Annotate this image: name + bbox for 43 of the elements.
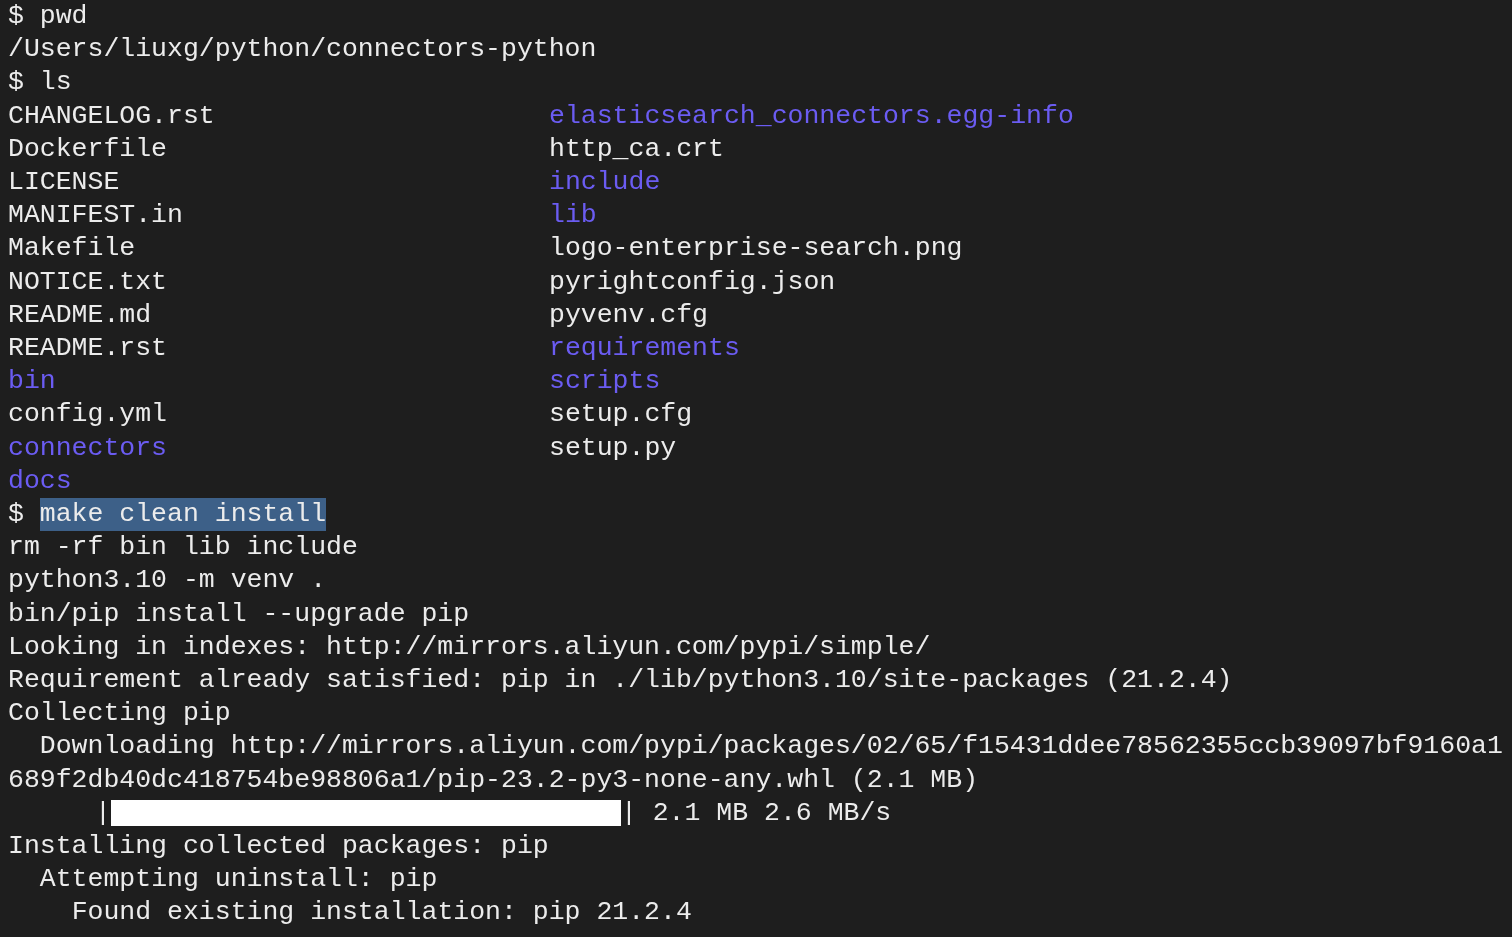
file-name: pyrightconfig.json: [549, 266, 836, 297]
prompt-symbol: $: [8, 0, 24, 33]
file-name: NOTICE.txt: [8, 266, 168, 297]
output-line: Found existing installation: pip 21.2.4: [70, 896, 693, 930]
output-line: python3.10 -m venv .: [8, 564, 328, 598]
file-name: Makefile: [8, 233, 136, 264]
directory-name: elasticsearch_connectors.egg-info: [549, 100, 1074, 131]
file-name: logo-enterprise-search.png: [549, 233, 963, 264]
output-line: /Users/liuxg/python/connectors-python: [8, 33, 598, 67]
directory-name: bin: [8, 366, 56, 397]
file-name: README.md: [8, 299, 152, 330]
file-name: LICENSE: [8, 167, 120, 197]
file-name: config.yml: [8, 399, 168, 430]
output-line: Installing collected packages: pip: [8, 830, 550, 864]
file-name: CHANGELOG.rst: [8, 100, 215, 131]
file-name: README.rst: [8, 333, 168, 364]
output-line: bin/pip install --upgrade pip: [8, 597, 471, 631]
file-name: pyvenv.cfg: [549, 299, 709, 330]
prompt-symbol: $: [8, 498, 24, 532]
command-text: ls: [39, 66, 72, 100]
output-line: rm -rf bin lib include: [8, 531, 359, 565]
file-name: MANIFEST.in: [8, 200, 183, 231]
command-text: pwd: [39, 0, 88, 33]
directory-name: lib: [549, 200, 597, 231]
directory-name: scripts: [549, 366, 661, 397]
directory-name: docs: [8, 465, 72, 496]
progress-cap: |: [95, 796, 111, 830]
file-name: setup.cfg: [549, 399, 693, 430]
directory-name: requirements: [549, 333, 740, 364]
file-name: http_ca.crt: [549, 133, 724, 164]
output-line: Looking in indexes: http://mirrors.aliyun.com/pypi/simple/: [8, 630, 932, 664]
progress-cap: |: [620, 796, 637, 830]
directory-name: connectors: [8, 432, 168, 463]
progress-reading: 2.1 MB 2.6 MB/s: [652, 796, 892, 830]
directory-name: include: [549, 167, 661, 197]
output-line: Requirement already satisfied: pip in ./lib/python3.10/site-packages (21.2.4): [8, 664, 1234, 698]
output-line: Downloading http://mirrors.aliyun.com/pypi/packages/02/65/f15431ddee78562355ccb39097bf9160a1689f2db40dc418754be98806a1/pip-23.2-py3-none-any.whl (2.1 MB): [8, 730, 1504, 797]
output-line: Attempting uninstall: pip: [38, 863, 439, 897]
command-text: make clean install: [39, 498, 327, 532]
prompt-symbol: $: [8, 66, 24, 100]
file-name: setup.py: [549, 432, 677, 463]
output-line: Collecting pip: [8, 697, 232, 731]
file-name: Dockerfile: [8, 133, 168, 164]
